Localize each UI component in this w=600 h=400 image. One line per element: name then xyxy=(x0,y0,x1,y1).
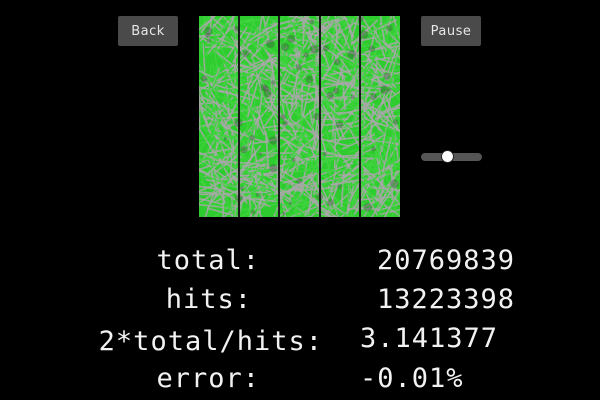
speed-slider[interactable] xyxy=(421,150,482,163)
ratio-label: 2*total/hits: xyxy=(98,326,323,357)
error-value: -0.01% xyxy=(360,363,464,394)
needle-simulation-canvas xyxy=(199,16,400,217)
app-screen: Back Pause total: 20769839 hits: 1322339… xyxy=(0,0,600,400)
error-label: error: xyxy=(156,363,260,394)
total-label: total: xyxy=(156,245,260,276)
slider-thumb[interactable] xyxy=(441,150,454,163)
total-value: 20769839 xyxy=(377,245,516,276)
hits-label: hits: xyxy=(165,284,252,315)
needle-drawing xyxy=(199,16,400,217)
back-button[interactable]: Back xyxy=(118,16,178,46)
hits-value: 13223398 xyxy=(377,284,516,315)
ratio-value: 3.141377 xyxy=(360,323,499,354)
pause-button[interactable]: Pause xyxy=(421,16,481,46)
